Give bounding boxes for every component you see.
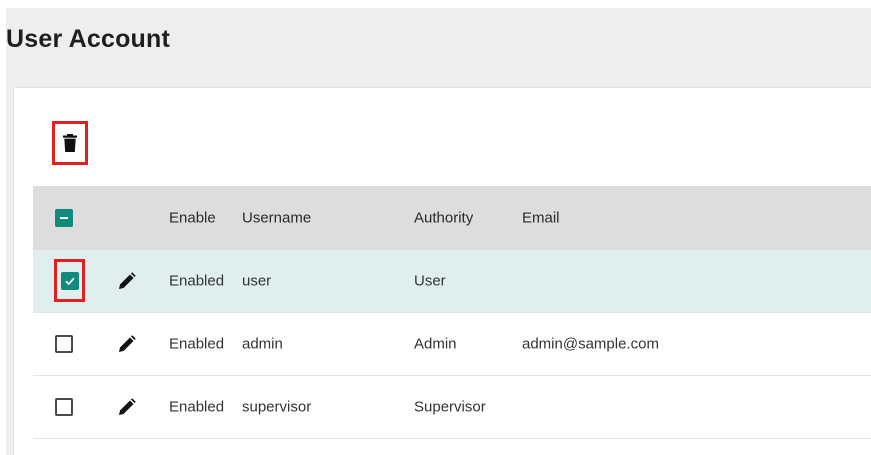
cell-authority: Admin — [414, 335, 457, 353]
row-checkbox-highlight — [54, 259, 85, 302]
user-table: Enable Username Authority Email Enabled … — [33, 186, 871, 439]
table-row[interactable]: Enabled supervisor Supervisor — [33, 376, 871, 439]
column-header-username[interactable]: Username — [242, 210, 311, 227]
page: User Account Enable Username Authority E… — [0, 0, 871, 455]
checkmark-icon — [64, 277, 75, 285]
column-header-authority[interactable]: Authority — [414, 210, 473, 227]
row-checkbox[interactable] — [60, 271, 79, 290]
edit-button[interactable] — [115, 395, 139, 419]
edit-button[interactable] — [115, 269, 139, 293]
table-header-row: Enable Username Authority Email — [33, 186, 871, 250]
delete-button[interactable] — [52, 121, 88, 165]
edit-button[interactable] — [115, 332, 139, 356]
pencil-icon — [119, 272, 136, 289]
select-all-checkbox-box[interactable] — [55, 209, 73, 227]
row-checkbox[interactable] — [55, 335, 73, 353]
cell-username: user — [242, 272, 272, 290]
cell-username: admin — [242, 335, 283, 353]
table-row[interactable]: Enabled user User — [33, 250, 871, 313]
table-row[interactable]: Enabled admin Admin admin@sample.com — [33, 313, 871, 376]
row-checkbox-box[interactable] — [55, 398, 73, 416]
row-checkbox-box[interactable] — [55, 335, 73, 353]
pencil-icon — [119, 398, 136, 415]
cell-authority: Supervisor — [414, 398, 486, 416]
user-account-card: Enable Username Authority Email Enabled … — [13, 87, 871, 455]
page-title: User Account — [6, 25, 171, 53]
minus-icon — [60, 217, 68, 219]
cell-enable: Enabled — [169, 272, 225, 290]
cell-enable: Enabled — [169, 398, 225, 416]
row-checkbox[interactable] — [55, 398, 73, 416]
cell-authority: User — [414, 272, 446, 290]
pencil-icon — [119, 335, 136, 352]
cell-email: admin@sample.com — [522, 335, 659, 353]
column-header-email[interactable]: Email — [522, 210, 560, 227]
cell-enable: Enabled — [169, 335, 225, 353]
trash-icon — [63, 134, 77, 152]
select-all-checkbox[interactable] — [55, 209, 73, 227]
column-header-enable[interactable]: Enable — [169, 210, 216, 227]
cell-username: supervisor — [242, 398, 312, 416]
